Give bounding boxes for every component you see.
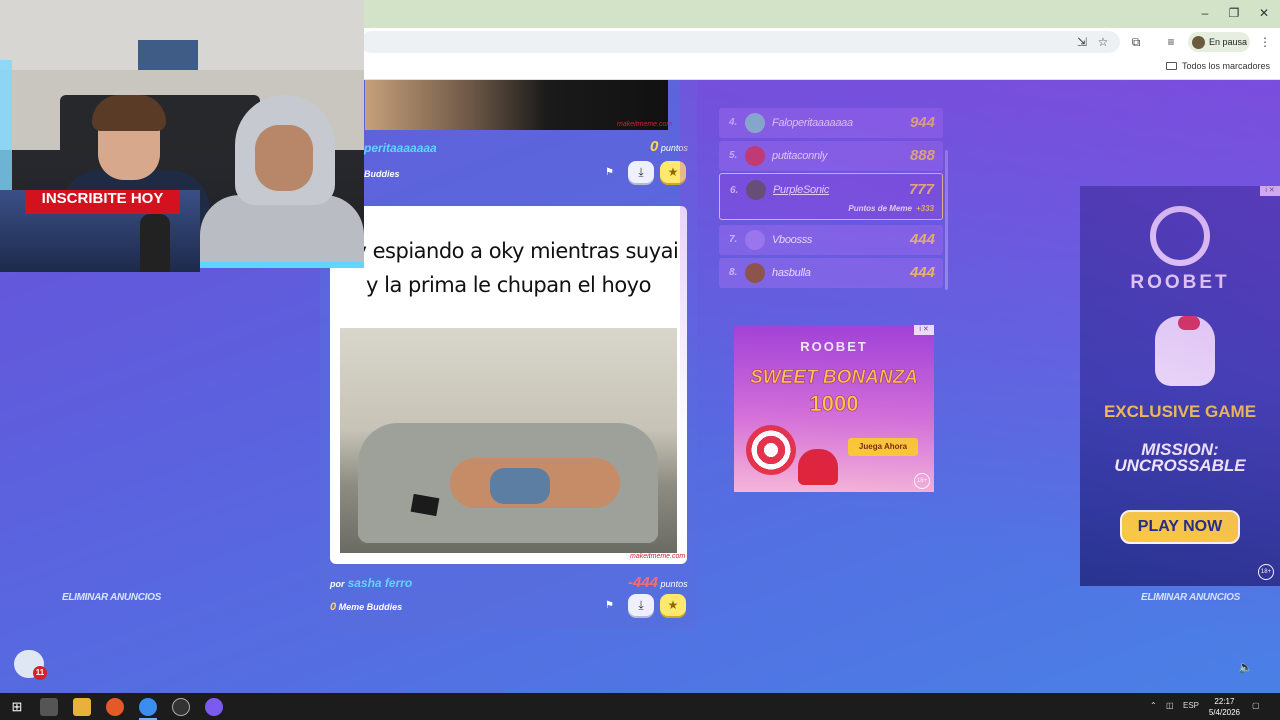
clock-date: 5/4/2026 xyxy=(1208,708,1240,717)
install-app-icon[interactable]: ⇲ xyxy=(1074,34,1090,50)
restore-icon[interactable]: ❐ xyxy=(1227,6,1241,20)
meme-author[interactable]: por sasha ferro xyxy=(330,576,412,590)
meme-watermark: makeitmeme.com xyxy=(630,553,686,560)
leaderboard-current-user[interactable]: 6. PurpleSonic 777 Puntos de Meme +333 xyxy=(719,173,943,220)
system-clock[interactable]: 22:17 5/4/2026 xyxy=(1209,696,1240,718)
clothing-shape xyxy=(490,468,550,504)
ad-brand: ROOBET xyxy=(1130,272,1230,293)
obs-icon[interactable] xyxy=(172,698,190,716)
favorite-button[interactable]: ★ xyxy=(660,161,686,183)
clock-time: 22:17 xyxy=(1214,697,1235,706)
network-icon[interactable]: ◫ xyxy=(1166,701,1174,710)
leaderboard-row[interactable]: 4. Faloperitaaaaaaa 944 xyxy=(719,108,943,138)
extensions-icon[interactable]: ⧉ xyxy=(1128,34,1144,50)
more-menu-icon[interactable]: ⋮ xyxy=(1257,34,1273,50)
file-explorer-icon[interactable] xyxy=(73,698,91,716)
ad-banner-large[interactable]: ROOBET EXCLUSIVE GAME MISSION: UNCROSSAB… xyxy=(1080,186,1280,586)
ad-cta-button[interactable]: Juega Ahora xyxy=(848,438,918,456)
ad-subtitle: 1000 xyxy=(809,391,859,417)
messenger-icon[interactable] xyxy=(205,698,223,716)
avatar xyxy=(745,146,765,166)
all-bookmarks-label: Todos los marcadores xyxy=(1181,61,1270,71)
chat-badge: 11 xyxy=(33,666,47,680)
ad-banner-small[interactable]: ROOBET SWEET BONANZA 1000 Juega Ahora 18… xyxy=(734,325,934,492)
profile-status: En pausa xyxy=(1209,37,1248,47)
ad-title: SWEET BONANZA xyxy=(750,367,918,389)
firefox-icon[interactable] xyxy=(106,698,124,716)
sound-off-icon[interactable]: 🔈 xyxy=(1238,660,1253,674)
roobet-logo-icon xyxy=(1150,206,1210,266)
meme-watermark: makeitmeme.com xyxy=(617,121,673,128)
remove-ads-link[interactable]: ELIMINAR ANUNCIOS xyxy=(62,592,161,603)
media-control-icon[interactable]: ≡ xyxy=(1163,34,1179,50)
age-badge: 18+ xyxy=(914,473,930,489)
windows-start-icon[interactable]: ⊞ xyxy=(8,698,26,716)
leaderboard-scrollbar[interactable] xyxy=(945,150,948,290)
age-badge: 18+ xyxy=(1258,564,1274,580)
remove-ads-link[interactable]: ELIMINAR ANUNCIOS xyxy=(1141,592,1240,603)
report-flag-icon[interactable]: ⚑ xyxy=(605,601,615,611)
meme-points: -444 puntos xyxy=(628,574,688,591)
chicken-comb-graphic xyxy=(1178,316,1200,330)
avatar xyxy=(1192,35,1205,49)
report-flag-icon[interactable]: ⚑ xyxy=(605,168,615,178)
close-icon[interactable]: ✕ xyxy=(1257,6,1271,20)
all-bookmarks-button[interactable]: Todos los marcadores xyxy=(1165,61,1270,71)
taskbar: ⊞ ⌃ ◫ ESP ▢ 22:17 5/4/2026 xyxy=(0,693,1280,720)
avatar xyxy=(745,230,765,250)
meme-caption: rry espiando a oky mientras suyai y la p… xyxy=(330,234,687,302)
input-language[interactable]: ESP xyxy=(1183,701,1199,710)
address-bar[interactable] xyxy=(360,31,1120,53)
lollipop-graphic xyxy=(746,425,796,475)
ad-brand: ROOBET xyxy=(800,339,868,354)
avatar xyxy=(746,180,766,200)
stream-promo-panel: INSCRIBITE HOY xyxy=(0,190,200,272)
leaderboard-row[interactable]: 5. putitaconnly 888 xyxy=(719,141,943,171)
webcam-accent-border xyxy=(195,262,364,268)
wall-art xyxy=(138,40,198,70)
media-player-icon[interactable] xyxy=(40,698,58,716)
microphone-graphic xyxy=(140,214,170,272)
chrome-icon[interactable] xyxy=(139,698,157,716)
meme-caption-line-1: rry espiando a oky mientras suyai xyxy=(338,239,679,263)
avatar xyxy=(745,263,765,283)
adchoices-icon[interactable]: i ✕ xyxy=(1260,186,1280,196)
previous-meme-points: 0 puntos xyxy=(650,138,688,155)
notifications-icon[interactable]: ▢ xyxy=(1252,701,1260,710)
streamer-right xyxy=(195,95,364,268)
download-button[interactable]: ⤓ xyxy=(628,594,654,616)
ad-headline: EXCLUSIVE GAME xyxy=(1103,402,1257,421)
leaderboard-row[interactable]: 7. Vboosss 444 xyxy=(719,225,943,255)
meme-caption-line-2: y la prima le chupan el hoyo xyxy=(366,273,651,297)
folder-icon xyxy=(1165,62,1177,70)
led-light xyxy=(0,60,12,200)
previous-meme-author[interactable]: peritaaaaaaa xyxy=(364,141,437,155)
bookmark-star-icon[interactable]: ☆ xyxy=(1095,34,1111,50)
chevron-up-icon[interactable]: ⌃ xyxy=(1150,701,1157,710)
heart-candy-graphic xyxy=(798,449,838,485)
ad-game-title: MISSION: UNCROSSABLE xyxy=(1114,440,1246,475)
meme-buddies: 0 Meme Buddies xyxy=(330,601,403,613)
previous-meme-buddies: Buddies xyxy=(364,169,400,179)
adchoices-icon[interactable]: i ✕ xyxy=(914,325,934,335)
leaderboard-row[interactable]: 8. hasbulla 444 xyxy=(719,258,943,288)
meme-card: rry espiando a oky mientras suyai y la p… xyxy=(330,206,687,564)
favorite-button[interactable]: ★ xyxy=(660,594,686,616)
minimize-icon[interactable]: – xyxy=(1198,6,1212,20)
chat-button[interactable]: 11 xyxy=(14,650,47,680)
promo-banner: INSCRIBITE HOY xyxy=(25,190,180,214)
meme-image xyxy=(340,328,677,553)
profile-button[interactable]: En pausa xyxy=(1188,32,1250,52)
play-now-button[interactable]: PLAY NOW xyxy=(1120,510,1240,544)
download-button[interactable]: ⤓ xyxy=(628,161,654,183)
avatar xyxy=(745,113,765,133)
